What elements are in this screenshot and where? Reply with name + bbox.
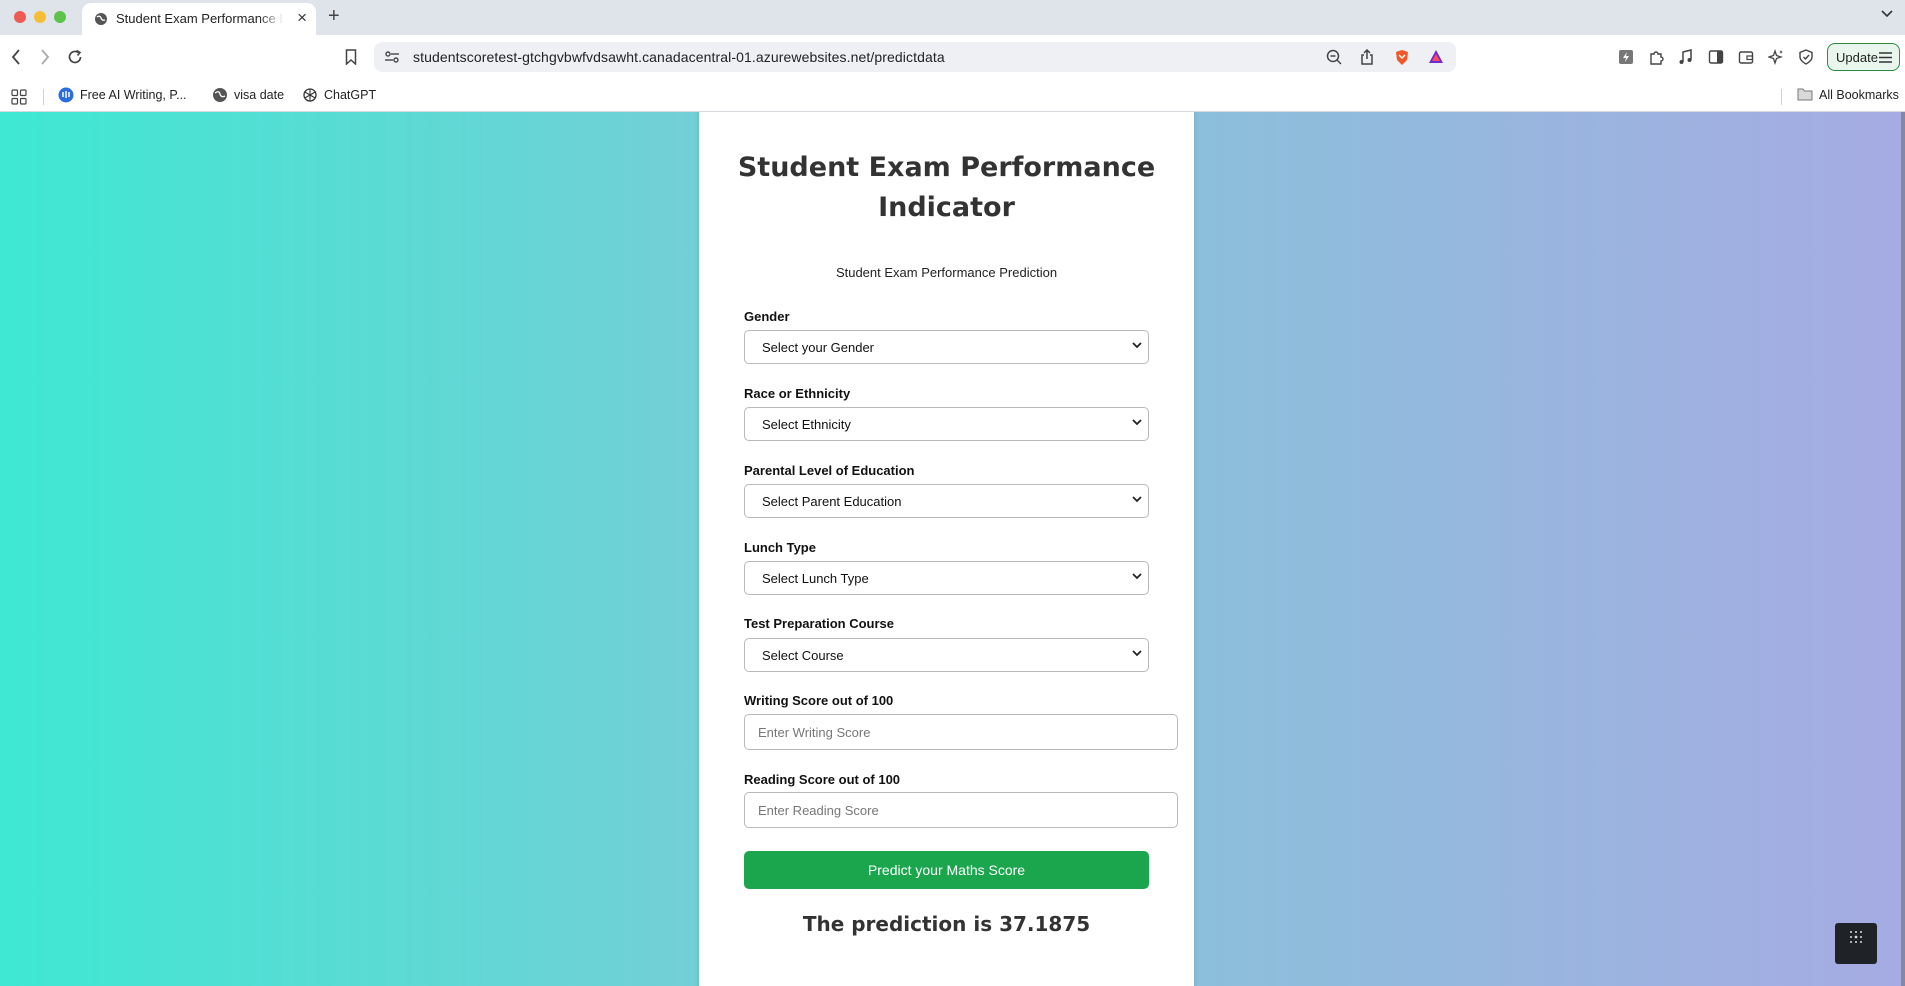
media-music-icon[interactable] bbox=[1678, 49, 1692, 65]
gender-select[interactable]: Select your Gender bbox=[744, 330, 1149, 364]
back-icon[interactable] bbox=[11, 49, 21, 65]
gender-select-value: Select your Gender bbox=[762, 340, 875, 355]
page-scrollbar[interactable] bbox=[1901, 112, 1905, 986]
bookmarks-bar: Free AI Writing, P... visa date ChatGPT … bbox=[0, 80, 1905, 112]
gender-label: Gender bbox=[744, 309, 790, 324]
blackbox-logo-icon bbox=[1850, 931, 1862, 943]
close-window-button[interactable] bbox=[14, 11, 26, 23]
chevron-down-icon bbox=[1132, 342, 1142, 349]
bookmarks-divider bbox=[1781, 89, 1782, 105]
chevron-down-icon bbox=[1132, 496, 1142, 503]
bookmark-label: ChatGPT bbox=[324, 88, 377, 102]
reload-icon[interactable] bbox=[67, 49, 83, 65]
lunch-type-select-value: Select Lunch Type bbox=[762, 571, 869, 586]
ethnicity-select-value: Select Ethnicity bbox=[762, 417, 851, 432]
bookmark-chatgpt[interactable]: ChatGPT bbox=[302, 85, 382, 105]
parental-education-label: Parental Level of Education bbox=[744, 463, 915, 478]
writing-score-input[interactable]: Enter Writing Score bbox=[744, 714, 1178, 750]
chatgpt-icon bbox=[303, 88, 317, 102]
parental-education-select[interactable]: Select Parent Education bbox=[744, 484, 1149, 518]
predict-button[interactable]: Predict your Maths Score bbox=[744, 851, 1149, 889]
blackbox-widget-button[interactable] bbox=[1835, 923, 1877, 964]
chevron-down-icon bbox=[1132, 419, 1142, 426]
close-tab-icon[interactable]: × bbox=[297, 9, 307, 27]
share-icon[interactable] bbox=[1360, 49, 1374, 65]
minimize-window-button[interactable] bbox=[34, 11, 46, 23]
bookmarks-divider bbox=[43, 89, 44, 105]
globe-icon bbox=[213, 88, 227, 102]
forward-icon[interactable] bbox=[40, 49, 50, 65]
chevron-down-icon bbox=[1132, 573, 1142, 580]
test-prep-label: Test Preparation Course bbox=[744, 616, 895, 631]
globe-icon bbox=[95, 13, 107, 25]
bookmark-visa-date[interactable]: visa date bbox=[212, 85, 292, 105]
zoom-out-icon[interactable] bbox=[1326, 49, 1342, 65]
writing-score-placeholder: Enter Writing Score bbox=[758, 725, 871, 740]
page-subtitle: Student Exam Performance Prediction bbox=[835, 265, 1058, 280]
writing-score-label: Writing Score out of 100 bbox=[744, 693, 894, 708]
bookmark-free-ai-writing[interactable]: Free AI Writing, P... bbox=[58, 85, 198, 105]
folder-icon bbox=[1797, 88, 1813, 101]
chevron-down-icon[interactable] bbox=[1881, 10, 1893, 18]
wallet-icon[interactable] bbox=[1738, 49, 1754, 65]
browser-toolbar: studentscoretest-gtchgvbwfvdsawht.canada… bbox=[0, 35, 1905, 80]
lunch-type-select[interactable]: Select Lunch Type bbox=[744, 561, 1149, 595]
parental-education-select-value: Select Parent Education bbox=[762, 494, 902, 509]
leo-ai-icon[interactable] bbox=[1768, 49, 1784, 65]
vpn-shield-icon[interactable] bbox=[1798, 49, 1814, 65]
apps-grid-icon[interactable] bbox=[11, 89, 27, 105]
ai-writing-icon bbox=[58, 87, 74, 103]
all-bookmarks-button[interactable]: All Bookmarks bbox=[1797, 85, 1902, 105]
address-bar[interactable]: studentscoretest-gtchgvbwfvdsawht.canada… bbox=[374, 42, 1456, 72]
sidebar-icon[interactable] bbox=[1708, 49, 1724, 65]
address-text[interactable]: studentscoretest-gtchgvbwfvdsawht.canada… bbox=[413, 49, 945, 65]
menu-icon bbox=[1879, 52, 1892, 63]
test-prep-select-value: Select Course bbox=[762, 648, 844, 663]
page-viewport: Student Exam Performance Indicator Stude… bbox=[0, 112, 1905, 986]
reading-score-input[interactable]: Enter Reading Score bbox=[744, 792, 1178, 828]
update-button[interactable]: Update bbox=[1827, 43, 1900, 71]
bookmark-label: visa date bbox=[234, 88, 285, 102]
extension-bolt-icon[interactable] bbox=[1618, 49, 1634, 65]
reading-score-placeholder: Enter Reading Score bbox=[758, 803, 879, 818]
brave-rewards-icon[interactable] bbox=[1428, 49, 1444, 65]
ethnicity-label: Race or Ethnicity bbox=[744, 386, 851, 401]
predict-button-label: Predict your Maths Score bbox=[867, 862, 1026, 878]
site-info-icon[interactable] bbox=[384, 49, 400, 65]
prediction-result: The prediction is 37.1875 bbox=[802, 912, 1091, 936]
bookmark-icon[interactable] bbox=[345, 49, 357, 65]
ethnicity-select[interactable]: Select Ethnicity bbox=[744, 407, 1149, 441]
test-prep-select[interactable]: Select Course bbox=[744, 638, 1149, 672]
tab-strip: Student Exam Performance Indicator × + bbox=[0, 0, 1905, 35]
reading-score-label: Reading Score out of 100 bbox=[744, 772, 901, 787]
new-tab-button[interactable]: + bbox=[328, 5, 340, 28]
tab-title: Student Exam Performance Indicator bbox=[116, 11, 284, 26]
chevron-down-icon bbox=[1132, 650, 1142, 657]
page-title: Student Exam Performance Indicator bbox=[737, 152, 1156, 223]
lunch-type-label: Lunch Type bbox=[744, 540, 816, 555]
brave-shields-icon[interactable] bbox=[1394, 49, 1410, 66]
bookmark-label: Free AI Writing, P... bbox=[80, 88, 187, 102]
extensions-puzzle-icon[interactable] bbox=[1648, 49, 1664, 65]
fullscreen-window-button[interactable] bbox=[54, 11, 66, 23]
active-tab[interactable]: Student Exam Performance Indicator × bbox=[82, 3, 316, 35]
form-card: Student Exam Performance Indicator Stude… bbox=[699, 112, 1194, 986]
update-label: Update bbox=[1836, 50, 1878, 65]
all-bookmarks-label: All Bookmarks bbox=[1819, 88, 1899, 102]
